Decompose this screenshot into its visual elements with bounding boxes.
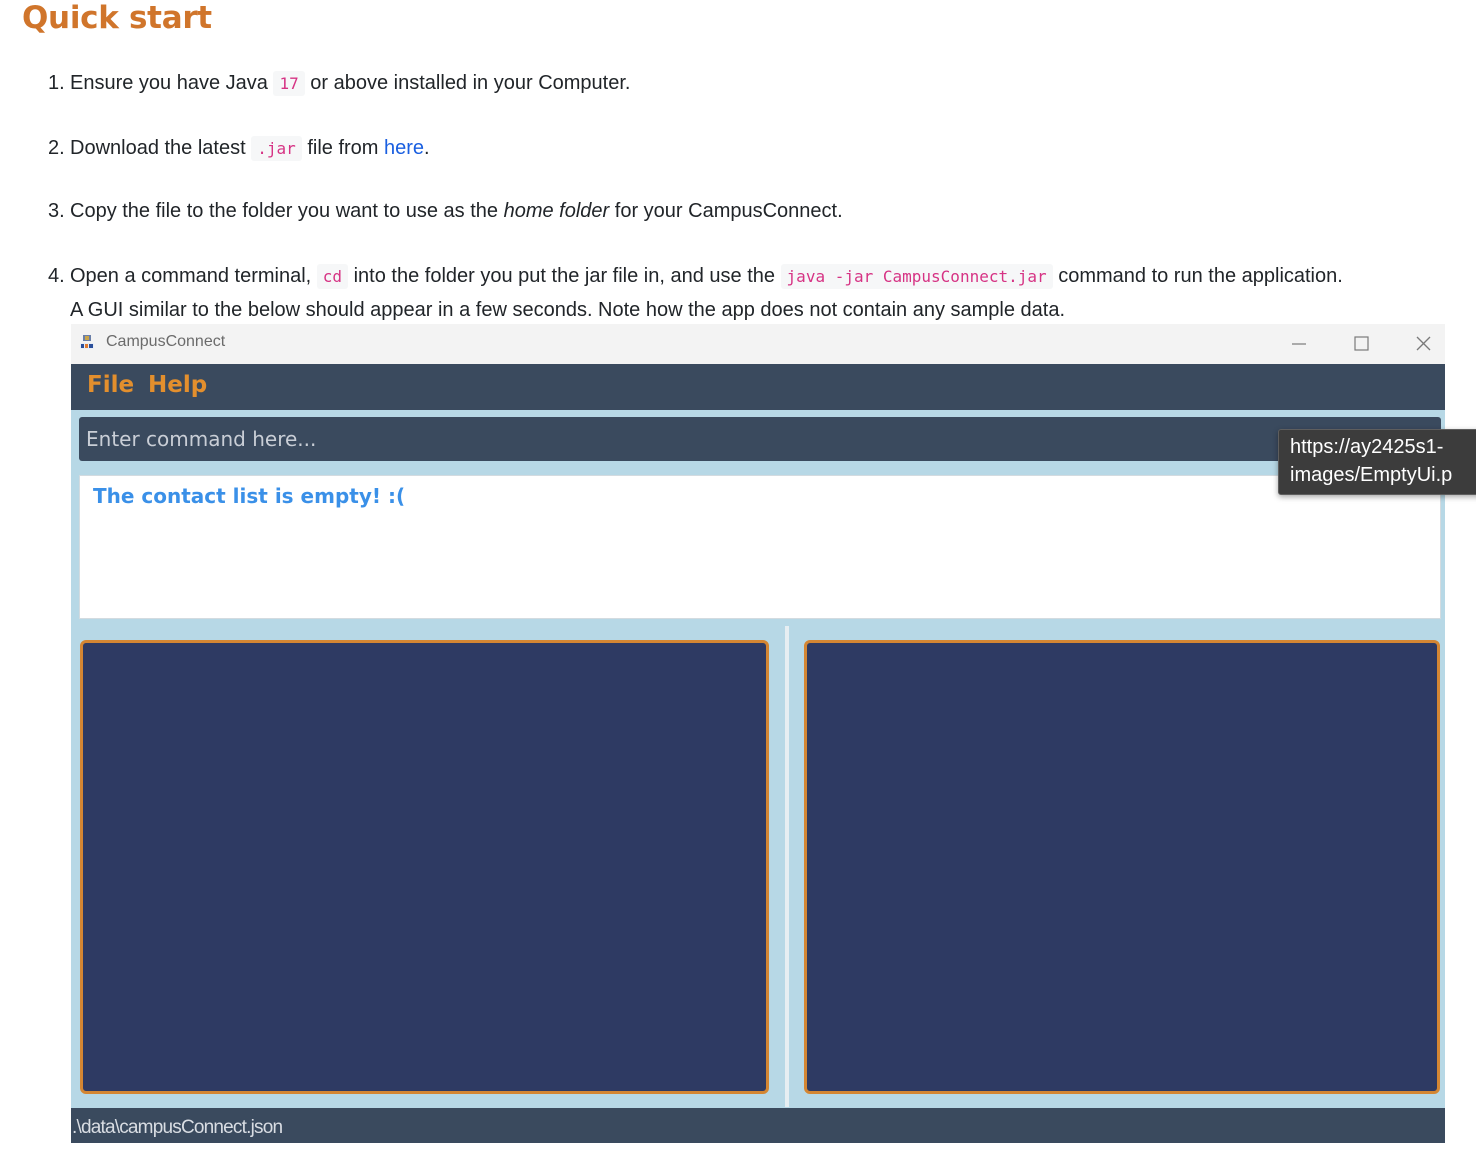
- window-titlebar: CampusConnect: [71, 324, 1445, 365]
- step-number: 2.: [48, 137, 65, 159]
- close-icon[interactable]: [1403, 330, 1443, 358]
- download-link[interactable]: here: [384, 137, 424, 159]
- step-text: or above installed in your Computer.: [304, 72, 631, 94]
- link-url-tooltip: https://ay2425s1- images/EmptyUi.p: [1278, 429, 1476, 495]
- menu-help[interactable]: Help: [148, 372, 207, 398]
- step-4: 4. Open a command terminal, cd into the f…: [48, 260, 1343, 293]
- step-text: Ensure you have Java: [70, 72, 274, 94]
- inline-code: cd: [316, 264, 349, 289]
- inline-code: java -jar CampusConnect.jar: [780, 264, 1053, 289]
- step-text: Copy the file to the folder you want to …: [70, 200, 504, 222]
- status-bar: .\data\campusConnect.json: [71, 1108, 1445, 1143]
- step-number: 4.: [48, 265, 65, 287]
- inline-code: 17: [273, 71, 305, 96]
- step-4-continuation: A GUI similar to the below should appear…: [70, 299, 1066, 321]
- emphasis-text: home folder: [503, 200, 610, 222]
- tooltip-line: https://ay2425s1-: [1290, 436, 1444, 458]
- step-2: 2. Download the latest .jar file from her…: [48, 132, 430, 165]
- page-title: Quick start: [22, 0, 212, 36]
- window-title: CampusConnect: [106, 333, 226, 350]
- maximize-icon[interactable]: [1341, 330, 1381, 358]
- command-box: [79, 417, 1441, 461]
- step-3: 3. Copy the file to the folder you want t…: [48, 195, 843, 228]
- menu-file[interactable]: File: [87, 372, 134, 398]
- minimize-icon[interactable]: [1279, 330, 1319, 358]
- step-text: .: [424, 137, 430, 159]
- save-file-path: .\data\campusConnect.json: [72, 1117, 283, 1138]
- step-text: file from: [301, 137, 385, 159]
- menu-bar: File Help: [71, 364, 1445, 410]
- step-number: 3.: [48, 200, 65, 222]
- app-screenshot-window: CampusConnect File Help The contact list…: [71, 324, 1445, 1143]
- step-1: 1. Ensure you have Java 17 or above insta…: [48, 67, 630, 100]
- step-text: Open a command terminal,: [70, 265, 317, 287]
- step-text: for your CampusConnect.: [609, 200, 843, 222]
- step-number: 1.: [48, 72, 65, 94]
- result-display: The contact list is empty! :(: [79, 475, 1441, 619]
- app-logo-icon: [80, 335, 94, 349]
- contact-list-panel[interactable]: [80, 640, 769, 1094]
- inline-code: .jar: [251, 136, 302, 161]
- split-pane-divider[interactable]: [785, 626, 789, 1107]
- command-input[interactable]: [79, 417, 1426, 461]
- detail-panel[interactable]: [804, 640, 1440, 1094]
- step-text: command to run the application.: [1052, 265, 1343, 287]
- step-text: into the folder you put the jar file in,…: [348, 265, 781, 287]
- tooltip-line: images/EmptyUi.p: [1290, 464, 1453, 486]
- step-text: Download the latest: [70, 137, 252, 159]
- result-message: The contact list is empty! :(: [93, 484, 406, 508]
